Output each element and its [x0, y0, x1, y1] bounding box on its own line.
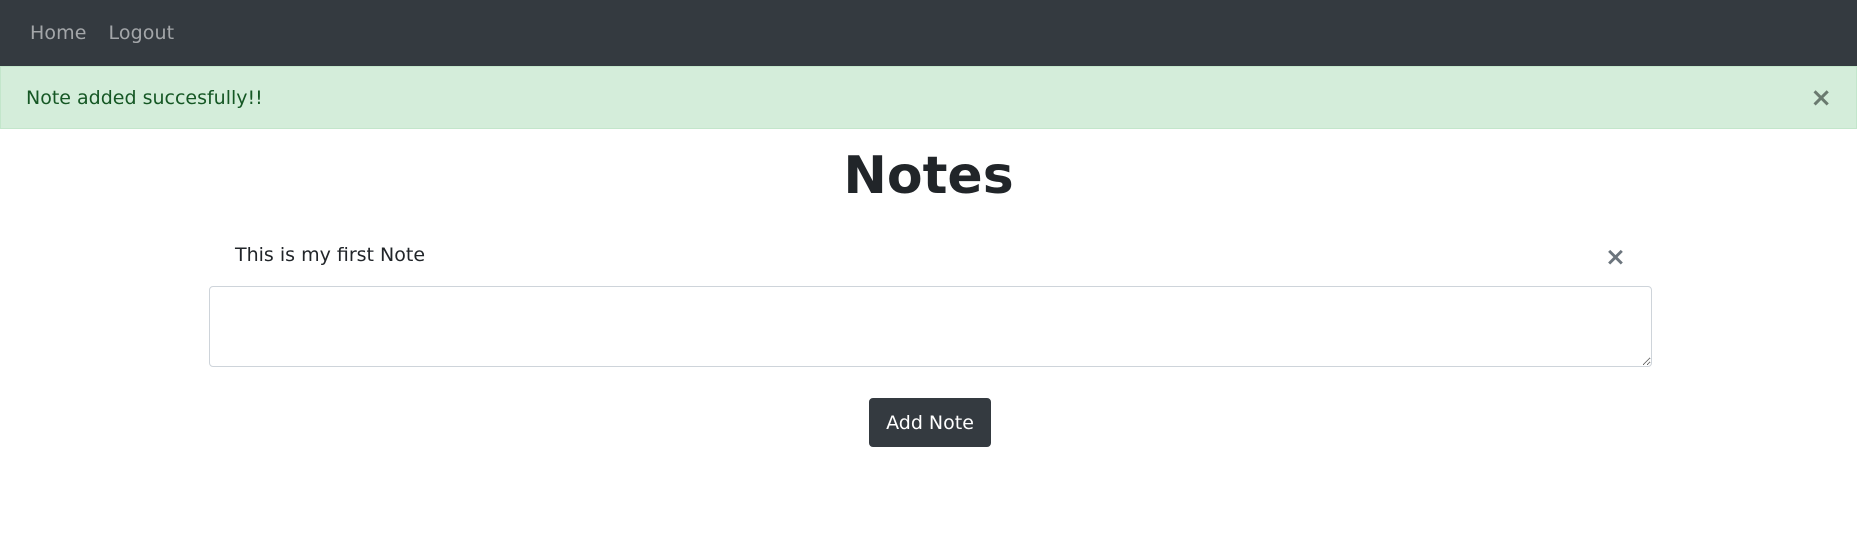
note-text: This is my first Note — [235, 244, 426, 266]
add-note-button[interactable]: Add Note — [869, 398, 991, 447]
nav-link-logout[interactable]: Logout — [109, 22, 175, 44]
page-title: Notes — [843, 146, 1014, 206]
success-alert: Note added succesfully!! × — [0, 66, 1857, 129]
alert-message: Note added succesfully!! — [26, 86, 263, 109]
close-icon[interactable]: × — [1810, 85, 1832, 111]
note-textarea[interactable] — [209, 286, 1652, 367]
navbar: Home Logout — [0, 0, 1857, 66]
delete-note-icon[interactable]: × — [1605, 244, 1626, 269]
nav-link-home[interactable]: Home — [30, 22, 87, 44]
note-item: This is my first Note × — [209, 240, 1652, 276]
